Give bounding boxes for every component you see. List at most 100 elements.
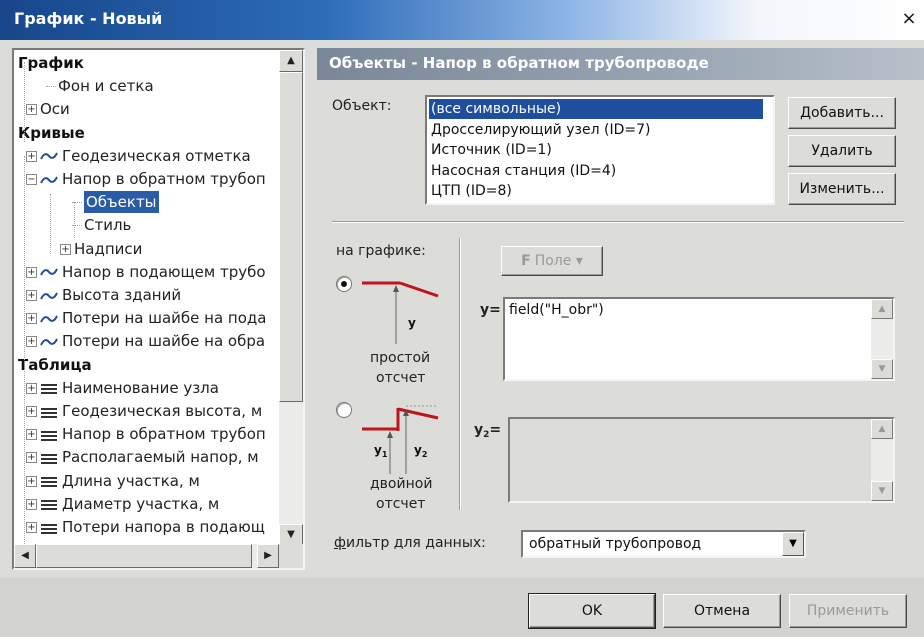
- tree-item[interactable]: + Потери на шайбе на пода: [26, 307, 266, 329]
- expand-icon[interactable]: +: [26, 104, 37, 116]
- simple-caption-2: отсчет: [376, 370, 426, 386]
- tree-item[interactable]: + Высота зданий: [26, 284, 181, 306]
- expand-icon[interactable]: +: [26, 522, 37, 533]
- double-caption-1: двойной: [370, 476, 433, 492]
- tree-section-header[interactable]: Кривые: [18, 122, 85, 144]
- dialog-footer: [0, 578, 924, 637]
- scroll-left-button[interactable]: ◀: [14, 544, 36, 568]
- wave-icon: [40, 338, 58, 346]
- expand-icon[interactable]: +: [26, 498, 37, 510]
- tree-item[interactable]: + Потери напора в подающ: [26, 516, 265, 538]
- window-title: График - Новый: [14, 9, 163, 28]
- apply-button[interactable]: Применить: [789, 594, 907, 628]
- expand-icon[interactable]: +: [26, 429, 37, 441]
- ok-button[interactable]: OK: [528, 593, 656, 629]
- tree-item[interactable]: Объекты: [72, 191, 159, 214]
- scroll-down-button[interactable]: ▼: [279, 524, 303, 546]
- tree-guide-line: [50, 194, 51, 254]
- object-list-item[interactable]: Дросселирующий узел (ID=7): [431, 120, 650, 140]
- settings-tree: График Фон и сетка + Оси Кривые + Геодезическа…: [12, 48, 305, 570]
- lines-icon: [41, 430, 57, 441]
- collapse-icon[interactable]: −: [26, 174, 37, 185]
- tree-item[interactable]: Фон и сетка: [46, 75, 154, 97]
- field-button-label: Поле: [534, 253, 572, 269]
- edit-button[interactable]: Изменить...: [788, 173, 896, 205]
- up-arrow-icon[interactable]: ▲: [871, 299, 893, 319]
- expand-icon[interactable]: +: [26, 150, 37, 162]
- lines-icon: [41, 384, 57, 395]
- tree-item[interactable]: + Оси: [26, 98, 70, 120]
- tree-section-header[interactable]: Таблица: [18, 354, 92, 376]
- tree-list: График Фон и сетка + Оси Кривые + Геодезическа…: [14, 50, 279, 546]
- tree-section-header[interactable]: График: [18, 52, 84, 74]
- expand-icon[interactable]: +: [26, 336, 37, 348]
- tree-item[interactable]: Стиль: [72, 214, 131, 236]
- field-button[interactable]: F Поле ▾: [501, 246, 603, 276]
- tree-item[interactable]: + Напор в подающем трубо: [26, 261, 266, 283]
- tree-vertical-scrollbar[interactable]: ▲ ▼: [279, 50, 303, 546]
- tree-item-label: График: [18, 54, 84, 72]
- title-bar[interactable]: График - Новый ×: [0, 0, 924, 40]
- tree-item-label: Фон и сетка: [58, 77, 154, 96]
- object-list-item[interactable]: Источник (ID=1): [431, 140, 552, 160]
- scroll-right-button[interactable]: ▶: [257, 544, 279, 568]
- tree-item-label: Диаметр участка, м: [62, 494, 220, 513]
- expand-icon[interactable]: +: [26, 313, 37, 325]
- tree-item[interactable]: + Располагаемый напор, м: [26, 446, 259, 468]
- tree-item[interactable]: + Наименование узла: [26, 377, 219, 399]
- filter-dropdown[interactable]: обратный трубопровод ▼: [521, 530, 806, 558]
- object-list-item[interactable]: Насосная станция (ID=4): [431, 161, 616, 181]
- function-icon: F: [521, 253, 531, 269]
- tree-item-label: Объекты: [84, 191, 159, 214]
- expand-icon[interactable]: +: [26, 452, 37, 464]
- diagram-high-line: [397, 407, 439, 420]
- tree-item[interactable]: + Потери на шайбе на обра: [26, 330, 265, 352]
- scroll-thumb[interactable]: [279, 72, 303, 402]
- y-field-label: y=: [480, 302, 501, 318]
- expand-icon[interactable]: +: [26, 290, 37, 301]
- y2-expression-field[interactable]: ▲ ▼: [508, 417, 895, 503]
- tree-item[interactable]: + Надписи: [60, 238, 142, 260]
- double-reading-diagram: y1 y2: [362, 405, 439, 474]
- scroll-up-button[interactable]: ▲: [279, 50, 303, 72]
- object-listbox[interactable]: (все символьные) Дросселирующий узел (ID=…: [425, 95, 775, 205]
- y-field-scrollbar[interactable]: ▲ ▼: [871, 299, 893, 379]
- expand-icon[interactable]: +: [26, 406, 37, 417]
- add-button[interactable]: Добавить...: [788, 97, 896, 129]
- horizontal-scroll-thumb[interactable]: [36, 544, 252, 568]
- tree-item-label: Потери на шайбе на обра: [62, 332, 266, 351]
- filter-selected-value: обратный трубопровод: [529, 536, 702, 552]
- filter-label: фильтр для данных:: [334, 535, 486, 551]
- expand-icon[interactable]: +: [60, 243, 71, 255]
- tree-item-label: Таблица: [18, 355, 92, 374]
- cancel-button[interactable]: Отмена: [663, 594, 781, 628]
- close-icon[interactable]: ×: [898, 8, 920, 30]
- tree-item[interactable]: + Геодезическая высота, м: [26, 400, 262, 422]
- object-list-item[interactable]: ЦТП (ID=8): [431, 181, 512, 201]
- down-arrow-icon[interactable]: ▼: [871, 481, 893, 501]
- y1-letter: y1: [374, 443, 388, 459]
- simple-reading-radio[interactable]: [336, 276, 352, 292]
- double-reading-radio[interactable]: [336, 402, 352, 418]
- expand-icon[interactable]: +: [26, 266, 37, 278]
- on-chart-label: на графике:: [336, 243, 426, 259]
- up-arrow-icon[interactable]: ▲: [871, 419, 893, 439]
- y2-field-scrollbar[interactable]: ▲ ▼: [871, 419, 893, 501]
- tree-item[interactable]: + Диаметр участка, м: [26, 493, 219, 515]
- down-arrow-icon[interactable]: ▼: [871, 359, 893, 379]
- lines-icon: [41, 523, 57, 534]
- object-list-item[interactable]: (все символьные): [429, 99, 763, 119]
- delete-button[interactable]: Удалить: [788, 135, 896, 167]
- tree-horizontal-scrollbar[interactable]: ◀ ▶: [14, 544, 279, 568]
- wave-icon: [40, 315, 58, 323]
- tree-item[interactable]: − Напор в обратном трубоп: [26, 168, 266, 190]
- dropdown-arrow-icon[interactable]: ▼: [782, 532, 804, 556]
- lines-icon: [41, 407, 57, 418]
- expand-icon[interactable]: +: [26, 475, 37, 487]
- double-caption-2: отсчет: [376, 496, 426, 512]
- tree-item[interactable]: + Напор в обратном трубоп: [26, 423, 266, 445]
- tree-item[interactable]: + Геодезическая отметка: [26, 145, 251, 167]
- expand-icon[interactable]: +: [26, 382, 37, 394]
- tree-item[interactable]: + Длина участка, м: [26, 470, 200, 492]
- y-expression-field[interactable]: field("H_obr") ▲ ▼: [503, 297, 895, 381]
